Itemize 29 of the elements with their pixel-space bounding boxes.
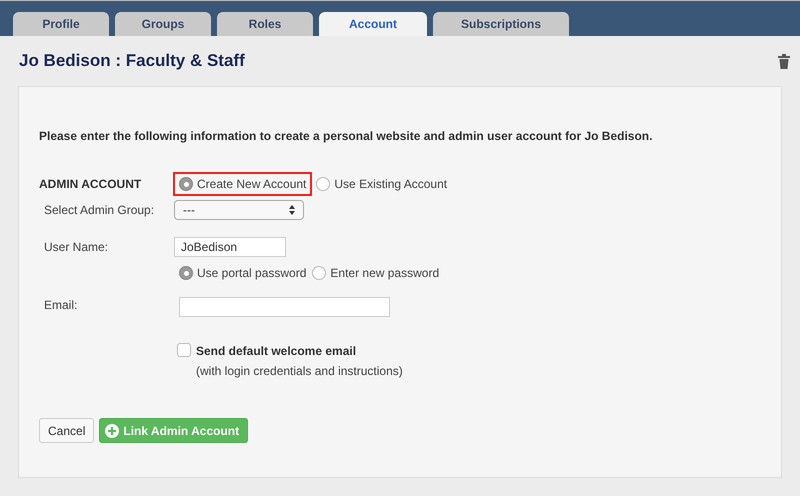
- checkbox[interactable]: [177, 343, 191, 357]
- field-label: Select Admin Group:: [43, 202, 156, 219]
- section-label: ADMIN ACCOUNT: [39, 176, 142, 193]
- sort-arrows-icon: [289, 205, 295, 215]
- radio-button[interactable]: [179, 266, 193, 280]
- radio-button[interactable]: [316, 177, 330, 191]
- plus-icon: [105, 424, 120, 438]
- radio-label: Use portal password: [197, 265, 306, 282]
- radio-label: Enter new password: [330, 265, 440, 282]
- user-name-field[interactable]: JoBedison: [174, 237, 286, 257]
- cancel-button[interactable]: Cancel: [39, 418, 94, 443]
- field-label: User Name:: [43, 239, 110, 256]
- field-label: Email:: [43, 297, 78, 314]
- radio-label: Use Existing Account: [334, 176, 448, 193]
- radio-button[interactable]: [312, 266, 326, 280]
- email-field[interactable]: [179, 297, 390, 317]
- tab[interactable]: Roles: [217, 12, 313, 36]
- page-title: Jo Bedison : Faculty & Staff: [19, 50, 245, 72]
- radio-label: Create New Account: [197, 176, 306, 193]
- tab[interactable]: Subscriptions: [433, 12, 569, 36]
- intro-text: Please enter the following information to create a personal website and admin user account for Jo Bedison.: [39, 128, 654, 145]
- radio-button[interactable]: [179, 177, 193, 191]
- tab[interactable]: Profile: [13, 12, 109, 36]
- tab[interactable]: Groups: [115, 12, 211, 36]
- admin-group-select[interactable]: ---: [174, 200, 304, 220]
- checkbox-label: Send default welcome email: [196, 343, 358, 360]
- checkbox-note: (with login credentials and instructions): [196, 363, 403, 380]
- tab[interactable]: Account: [319, 12, 427, 36]
- trash-icon[interactable]: [778, 54, 790, 68]
